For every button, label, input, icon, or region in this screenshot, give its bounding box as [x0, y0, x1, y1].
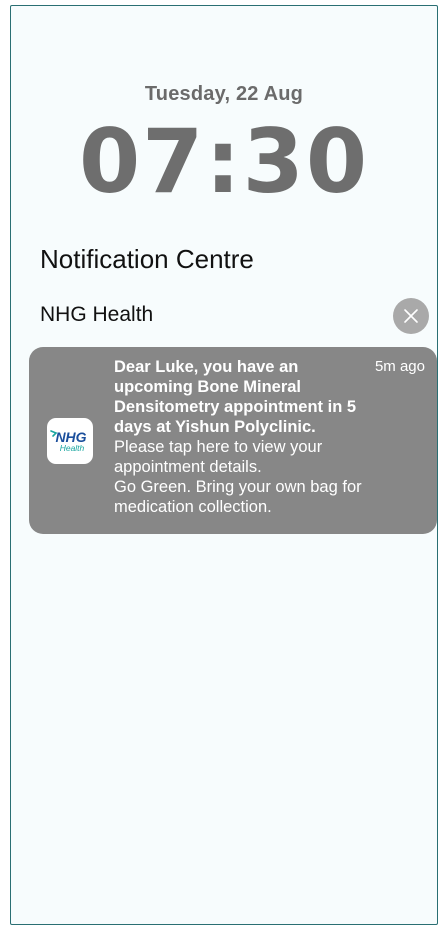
- notification-group-app-name: NHG Health: [40, 303, 154, 326]
- message-bold-line: Densitometry appointment in 5: [114, 398, 357, 416]
- message-bold-line: upcoming Bone Mineral: [114, 378, 302, 396]
- message-bold-line: days at Yishun Polyclinic.: [114, 418, 316, 436]
- lockscreen-time: 07:30: [78, 110, 370, 213]
- phone-screen: Tuesday, 22 Aug 07:30 Notification Centr…: [10, 5, 438, 925]
- message-line: medication collection.: [114, 498, 272, 516]
- notification-card[interactable]: NHG Health 5m ago Dear Luke, you have an…: [29, 347, 437, 534]
- lockscreen-date: Tuesday, 22 Aug: [144, 83, 304, 105]
- notification-group-header: NHG Health: [40, 298, 429, 334]
- nhg-health-logo-graphic: NHG Health: [50, 429, 87, 453]
- notification-message: Dear Luke, you have an upcoming Bone Min…: [114, 357, 429, 517]
- message-line: Please tap here to view your: [114, 438, 323, 456]
- nhg-health-logo: NHG Health: [47, 418, 93, 464]
- message-line: Go Green. Bring your own bag for: [114, 478, 362, 496]
- message-line: appointment details.: [114, 458, 262, 476]
- message-bold-line: Dear Luke, you have an: [114, 358, 299, 376]
- clear-notifications-button[interactable]: [393, 298, 429, 334]
- notification-centre-title: Notification Centre: [40, 244, 254, 274]
- close-icon: [404, 309, 418, 323]
- logo-text-bottom: Health: [60, 443, 85, 453]
